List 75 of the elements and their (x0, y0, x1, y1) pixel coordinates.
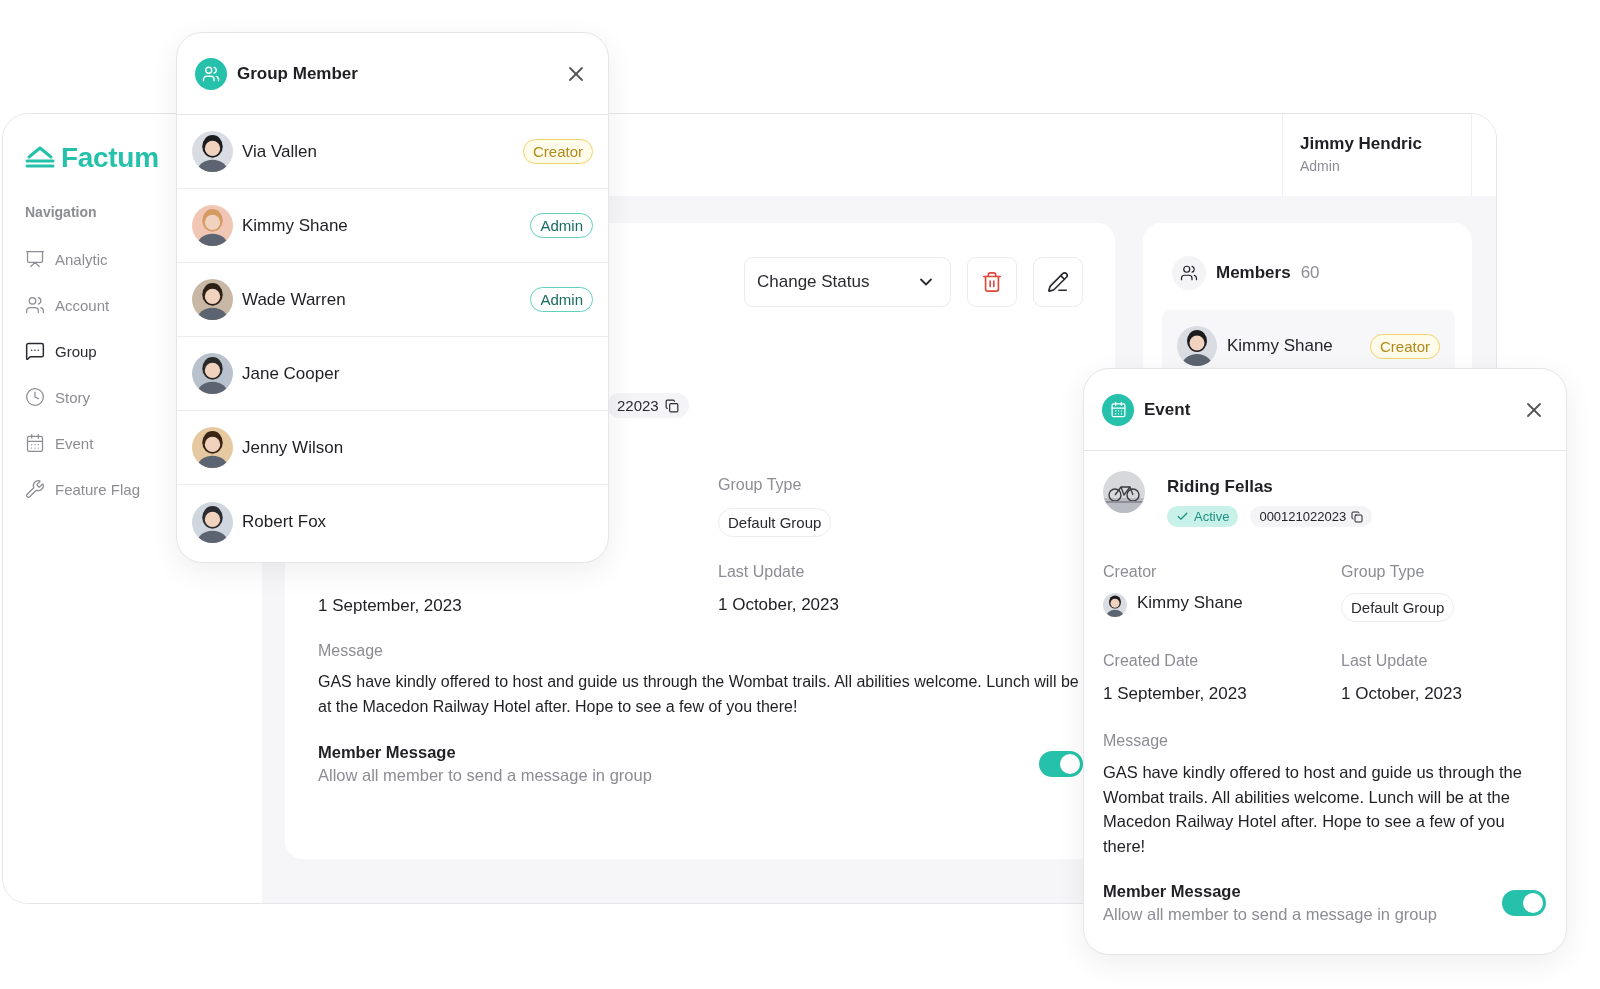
avatar (192, 131, 233, 172)
setting-title: Member Message (318, 743, 456, 762)
calendar-icon (25, 433, 45, 453)
copy-icon[interactable] (664, 398, 679, 413)
field-label: Last Update (1341, 652, 1428, 670)
field-value: 1 September, 2023 (318, 596, 463, 616)
pencil-icon (1047, 271, 1069, 293)
member-name: Jenny Wilson (242, 437, 344, 458)
avatar (1177, 326, 1217, 366)
field-value: 1 September, 2023 (1103, 684, 1247, 704)
toggle-switch[interactable] (1039, 751, 1083, 777)
member-name: Kimmy Shane (242, 215, 348, 236)
wrench-icon (25, 479, 45, 499)
member-name: Via Vallen (242, 141, 317, 162)
nav-item[interactable]: Feature Flag (25, 466, 147, 512)
event-name: Riding Fellas (1167, 477, 1274, 497)
nav-item[interactable]: Analytic (25, 236, 114, 282)
delete-button[interactable] (967, 257, 1017, 307)
avatar (192, 353, 233, 394)
status-dropdown[interactable]: Change Status (744, 257, 951, 307)
avatar (192, 205, 233, 246)
setting-title: Member Message (1103, 882, 1241, 901)
users-icon (25, 295, 45, 315)
status-chip: Active (1167, 506, 1239, 527)
message-text: GAS have kindly offered to host and guide us through the Wombat trails. All abilities welcome. Lunch will be at the Macedon Railway Hotel after. Hope to see a few of you there! (1103, 762, 1523, 857)
user-name: Jimmy Hendric (1300, 134, 1422, 154)
message-text: GAS have kindly offered to host and guide us through the Wombat trails. All abilities welcome. Lunch will be at the Macedon Railway Hotel after. Hope to see a few of you there! (318, 672, 1080, 717)
check-icon (1176, 510, 1189, 523)
role-badge: Creator (1369, 333, 1440, 359)
nav-item[interactable]: Account (25, 282, 116, 328)
avatar (192, 427, 233, 468)
member-name: Wade Warren (242, 289, 346, 310)
id-chip: 22023 (607, 393, 689, 418)
avatar (192, 279, 233, 320)
field-label: Message (318, 642, 383, 660)
calendar-icon (1102, 393, 1134, 426)
users-icon (195, 57, 227, 90)
nav-item[interactable]: Event (25, 420, 100, 466)
panel-title: Event (1144, 399, 1191, 420)
field-value: Kimmy Shane (1137, 593, 1243, 613)
setting-description: Allow all member to send a message in group (318, 766, 652, 785)
field-label: Group Type (1341, 563, 1425, 581)
edit-button[interactable] (1033, 257, 1083, 307)
chat-icon (25, 341, 45, 361)
toggle-switch[interactable] (1502, 890, 1546, 916)
field-label: Message (1103, 732, 1168, 750)
users-icon (1172, 256, 1206, 290)
clock-icon (25, 387, 45, 407)
role-badge: Admin (530, 287, 593, 312)
member-name: Robert Fox (242, 512, 327, 532)
nav-item[interactable]: Story (25, 374, 96, 420)
field-label: Created Date (1103, 652, 1199, 670)
avatar (192, 501, 233, 543)
members-title: Members (1216, 263, 1291, 283)
member-name: Jane Cooper (242, 363, 340, 384)
panel-title: Group Member (237, 63, 358, 84)
role-badge: Creator (522, 139, 593, 164)
member-name: Kimmy Shane (1227, 336, 1333, 356)
user-role: Admin (1300, 158, 1340, 174)
members-count: 60 (1300, 263, 1320, 283)
setting-description: Allow all member to send a message in group (1103, 905, 1437, 924)
id-chip: 000121022023 (1250, 506, 1373, 527)
role-badge: Admin (530, 213, 593, 238)
nav-item[interactable]: Group (25, 328, 103, 374)
logo-text: Factum (61, 142, 159, 174)
field-label: Group Type (718, 476, 802, 494)
copy-icon[interactable] (1351, 510, 1364, 523)
avatar (1103, 593, 1127, 617)
field-label: Creator (1103, 563, 1157, 581)
section-label: Navigation (25, 204, 97, 220)
field-value: 1 October, 2023 (1341, 684, 1462, 704)
field-value: 1 October, 2023 (718, 595, 839, 615)
field-label: Last Update (718, 563, 805, 581)
trash-icon (981, 271, 1003, 293)
logo-icon (25, 145, 55, 171)
